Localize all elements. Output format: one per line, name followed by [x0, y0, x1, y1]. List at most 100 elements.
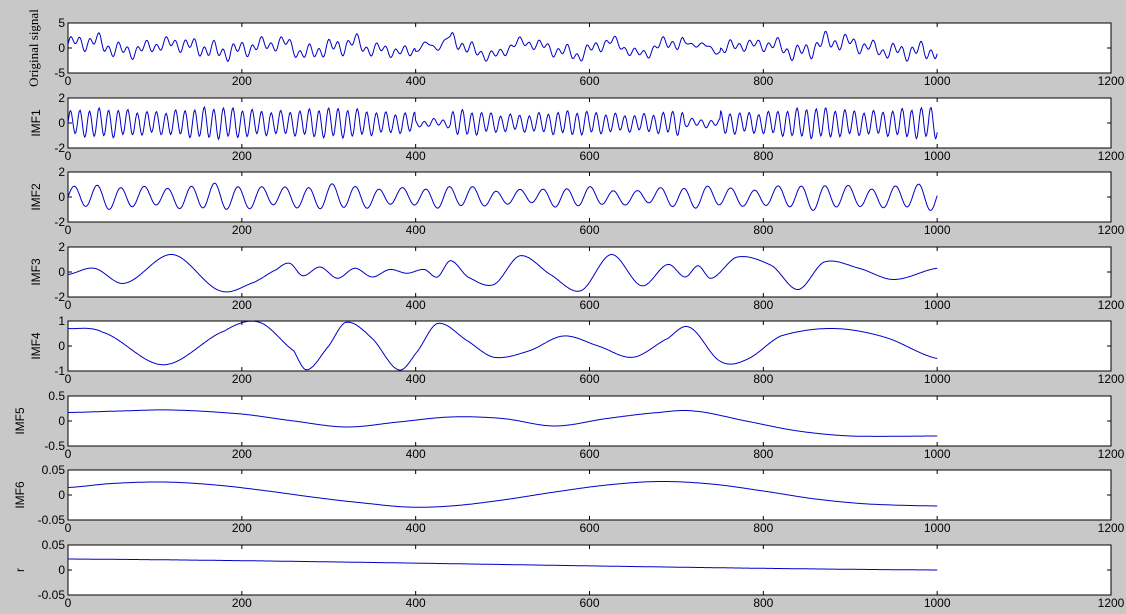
y-tick-label: -0.05: [38, 513, 66, 527]
subplot-8: 0 200 400 600 800 1000 12000.050-0.05r: [13, 538, 1125, 610]
x-tick-label: 0: [65, 298, 72, 312]
y-tick-label: 0: [58, 41, 65, 55]
x-tick-label: 200: [232, 521, 252, 535]
y-tick-label: 0: [58, 488, 65, 502]
x-tick-label: 800: [753, 223, 773, 237]
y-tick-label: 0.5: [48, 389, 65, 403]
y-tick-label: 0: [58, 116, 65, 130]
x-tick-label: 400: [406, 298, 426, 312]
subplot-4: 0 200 400 600 800 1000 120020-2IMF3: [29, 240, 1125, 312]
x-tick-label: 800: [753, 447, 773, 461]
y-axis-label: IMF2: [29, 183, 43, 211]
x-tick-label: 0: [65, 596, 72, 610]
x-tick-label: 1000: [924, 223, 951, 237]
x-tick-label: 1200: [1098, 149, 1125, 163]
axes-box: [67, 246, 1112, 298]
y-tick-label: 0: [58, 563, 65, 577]
x-tick-label: 200: [232, 447, 252, 461]
x-tick-label: 400: [406, 596, 426, 610]
y-axis-label: IMF6: [13, 481, 27, 509]
x-tick-label: 0: [65, 223, 72, 237]
x-tick-label: 1000: [924, 596, 951, 610]
axes-box: [67, 469, 1112, 521]
x-tick-label: 400: [406, 372, 426, 386]
x-tick-label: 600: [579, 447, 599, 461]
x-tick-label: 400: [406, 521, 426, 535]
y-tick-label: -2: [54, 141, 65, 155]
x-tick-label: 400: [406, 223, 426, 237]
x-tick-label: 200: [232, 372, 252, 386]
x-tick-label: 800: [753, 298, 773, 312]
x-tick-label: 600: [579, 74, 599, 88]
y-axis-label: IMF4: [29, 332, 43, 360]
x-tick-label: 600: [579, 372, 599, 386]
x-tick-label: 800: [753, 596, 773, 610]
x-tick-label: 200: [232, 223, 252, 237]
y-tick-label: -0.05: [38, 588, 66, 602]
y-tick-label: 1: [58, 314, 65, 328]
x-tick-label: 200: [232, 298, 252, 312]
x-tick-label: 0: [65, 74, 72, 88]
x-tick-label: 1000: [924, 521, 951, 535]
y-axis-label: IMF5: [13, 407, 27, 435]
x-tick-label: 1200: [1098, 298, 1125, 312]
x-tick-label: 1000: [924, 149, 951, 163]
x-tick-label: 1000: [924, 298, 951, 312]
y-tick-label: -2: [54, 290, 65, 304]
x-tick-label: 800: [753, 372, 773, 386]
y-tick-label: 2: [58, 240, 65, 254]
x-tick-label: 400: [406, 74, 426, 88]
x-tick-label: 1200: [1098, 74, 1125, 88]
y-tick-label: 0: [58, 265, 65, 279]
x-tick-label: 800: [753, 149, 773, 163]
y-tick-label: 0: [58, 414, 65, 428]
y-tick-label: 0: [58, 190, 65, 204]
y-tick-label: -2: [54, 215, 65, 229]
x-tick-label: 1000: [924, 372, 951, 386]
y-axis-label: Original signal: [26, 9, 41, 87]
subplot-6: 0 200 400 600 800 1000 12000.50-0.5IMF5: [13, 389, 1125, 461]
x-tick-label: 1200: [1098, 596, 1125, 610]
x-tick-label: 800: [753, 521, 773, 535]
x-tick-label: 600: [579, 596, 599, 610]
x-tick-label: 0: [65, 149, 72, 163]
y-tick-label: -5: [54, 66, 65, 80]
x-tick-label: 600: [579, 298, 599, 312]
axes-box: [67, 544, 1112, 596]
x-tick-label: 1200: [1098, 372, 1125, 386]
x-tick-label: 600: [579, 223, 599, 237]
subplot-5: 0 200 400 600 800 1000 120010-1IMF4: [29, 314, 1125, 386]
y-tick-label: 0.05: [42, 538, 66, 552]
y-axis-label: r: [13, 568, 27, 572]
y-tick-label: 0: [58, 339, 65, 353]
x-tick-label: 0: [65, 372, 72, 386]
x-tick-label: 200: [232, 149, 252, 163]
y-tick-label: 5: [58, 16, 65, 30]
x-tick-label: 400: [406, 447, 426, 461]
x-tick-label: 1200: [1098, 223, 1125, 237]
x-tick-label: 200: [232, 74, 252, 88]
y-tick-label: 2: [58, 91, 65, 105]
x-tick-label: 200: [232, 596, 252, 610]
axes-box: [67, 171, 1112, 223]
x-tick-label: 1200: [1098, 521, 1125, 535]
x-tick-label: 800: [753, 74, 773, 88]
x-tick-label: 1000: [924, 447, 951, 461]
x-tick-label: 1200: [1098, 447, 1125, 461]
subplot-2: 0 200 400 600 800 1000 120020-2IMF1: [29, 91, 1125, 163]
y-tick-label: 0.05: [42, 463, 66, 477]
x-tick-label: 600: [579, 521, 599, 535]
subplot-1: 0 200 400 600 800 1000 120050-5Original signal: [26, 9, 1125, 88]
y-tick-label: 2: [58, 165, 65, 179]
y-tick-label: -1: [54, 364, 65, 378]
x-tick-label: 1000: [924, 74, 951, 88]
emd-decomposition-figure: 0 200 400 600 800 1000 120050-5Original signal…: [13, 9, 1125, 610]
axes-box: [67, 320, 1112, 372]
y-tick-label: -0.5: [44, 439, 65, 453]
subplot-7: 0 200 400 600 800 1000 12000.050-0.05IMF6: [13, 463, 1125, 535]
x-tick-label: 0: [65, 521, 72, 535]
x-tick-label: 0: [65, 447, 72, 461]
y-axis-label: IMF3: [29, 258, 43, 286]
x-tick-label: 400: [406, 149, 426, 163]
y-axis-label: IMF1: [29, 109, 43, 137]
